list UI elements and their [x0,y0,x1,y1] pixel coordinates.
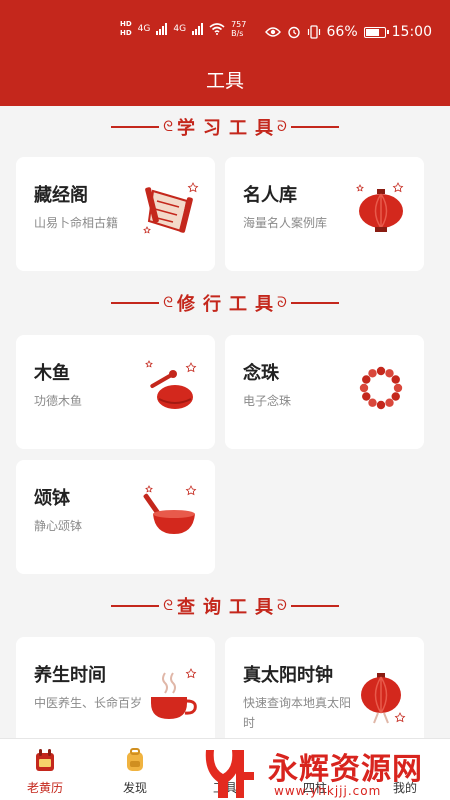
section-header-learn: ᘓ 学习工具 ᘐ [0,112,450,142]
card-title: 木鱼 [34,363,70,384]
card-songbo[interactable]: 颂钵 静心颂钵 [16,460,215,574]
status-bar: HD HD 4G 4G 757 B/s 66% 15:00 [0,0,450,58]
card-nianzhu[interactable]: 念珠 电子念珠 [225,335,424,449]
card-subtitle: 中医养生、长命百岁 [34,696,143,710]
lantern-icon [356,182,404,232]
card-subtitle: 电子念珠 [243,394,292,408]
divider-line [111,302,160,304]
app-header: HD HD 4G 4G 757 B/s 66% 15:00 工具 [0,0,450,106]
bead [391,392,400,401]
divider-line [290,126,339,128]
network-speed: 757 B/s [231,20,246,38]
battery-percent: 66% [326,24,358,40]
prayer-beads-icon [359,366,403,410]
card-cangjingge[interactable]: 藏经阁 山易卜命相古籍 [16,157,215,271]
card-title: 真太阳时钟 [243,665,333,686]
card-subtitle: 海量名人案例库 [243,216,328,230]
signal-bars-icon-2 [192,23,204,35]
vibrate-icon [307,25,320,39]
divider-line [111,126,160,128]
bead [376,366,386,376]
card-title: 颂钵 [34,488,70,509]
bead [368,369,377,378]
bead [385,398,394,407]
divider-line [290,302,339,304]
signal-bars-icon [156,23,168,35]
speed-value: 757 [231,20,247,29]
watermark-logo-icon [205,750,254,798]
battery-icon [363,26,389,38]
bead [391,375,400,384]
divider-line [290,605,339,607]
card-subtitle: 静心颂钵 [34,519,83,533]
card-zhentaiyang[interactable]: 真太阳时钟 快速查询本地真太阳时 [225,637,424,738]
card-title: 名人库 [243,185,297,206]
tab-discover[interactable]: 发现 [90,739,180,800]
swirl-ornament-icon: ᘓ [163,598,173,614]
lantern-icon [361,673,406,724]
page-title: 工具 [205,70,244,92]
status-left: HD HD 4G 4G 757 B/s [120,20,246,38]
tab-huangli[interactable]: 老黄历 [0,739,90,800]
eye-icon [264,27,281,37]
section-header-practice: ᘓ 修行工具 ᘐ [0,288,450,318]
status-right: 66% 15:00 [264,24,432,40]
swirl-ornament-icon: ᘓ [163,295,173,311]
swirl-ornament-icon: ᘓ [163,119,173,135]
swirl-ornament-icon: ᘐ [277,598,287,614]
bead [376,400,386,410]
swirl-ornament-icon: ᘐ [277,295,287,311]
scroll-icon [143,182,199,234]
tab-label: 发现 [122,781,147,795]
bead [362,392,371,401]
bead [359,383,369,393]
card-subtitle: 山易卜命相古籍 [34,216,119,230]
wooden-fish-icon [145,360,197,409]
watermark-url: www.yhkjjj.com [274,784,382,798]
network-type-2: 4G [173,23,187,34]
section-header-query: ᘓ 查询工具 ᘐ [0,591,450,621]
section-title: 学习工具 [177,118,281,139]
hd-bottom-label: HD [120,29,132,37]
tab-label: 老黄历 [26,781,63,795]
status-time: 15:00 [391,24,432,40]
card-mingrenku[interactable]: 名人库 海量名人案例库 [225,157,424,271]
divider-line [111,605,160,607]
bead [385,369,394,378]
bead [362,375,371,384]
section-title: 查询工具 [177,597,281,618]
card-subtitle: 快速查询本地真太阳时 [243,696,352,730]
singing-bowl-icon [143,485,197,534]
backpack-icon [127,748,143,771]
bead [393,383,403,393]
card-yangsheng[interactable]: 养生时间 中医养生、长命百岁 [16,637,215,738]
bead [368,398,377,407]
watermark-text: 永辉资源网 [268,752,423,787]
tea-cup-icon [151,668,197,719]
almanac-icon [36,749,54,771]
alarm-icon [287,26,300,39]
wifi-icon [209,23,225,35]
network-type-1: 4G [137,23,151,34]
card-title: 念珠 [243,363,279,384]
card-subtitle: 功德木鱼 [34,394,83,408]
card-title: 养生时间 [34,665,106,686]
watermark: 永辉资源网 www.yhkjjj.com [200,742,450,800]
section-title: 修行工具 [177,294,281,315]
swirl-ornament-icon: ᘐ [277,119,287,135]
speed-unit: B/s [231,29,244,38]
hd-top-label: HD [120,20,132,28]
card-muyu[interactable]: 木鱼 功德木鱼 [16,335,215,449]
card-title: 藏经阁 [34,185,88,206]
hd-indicator: HD HD [120,20,132,38]
